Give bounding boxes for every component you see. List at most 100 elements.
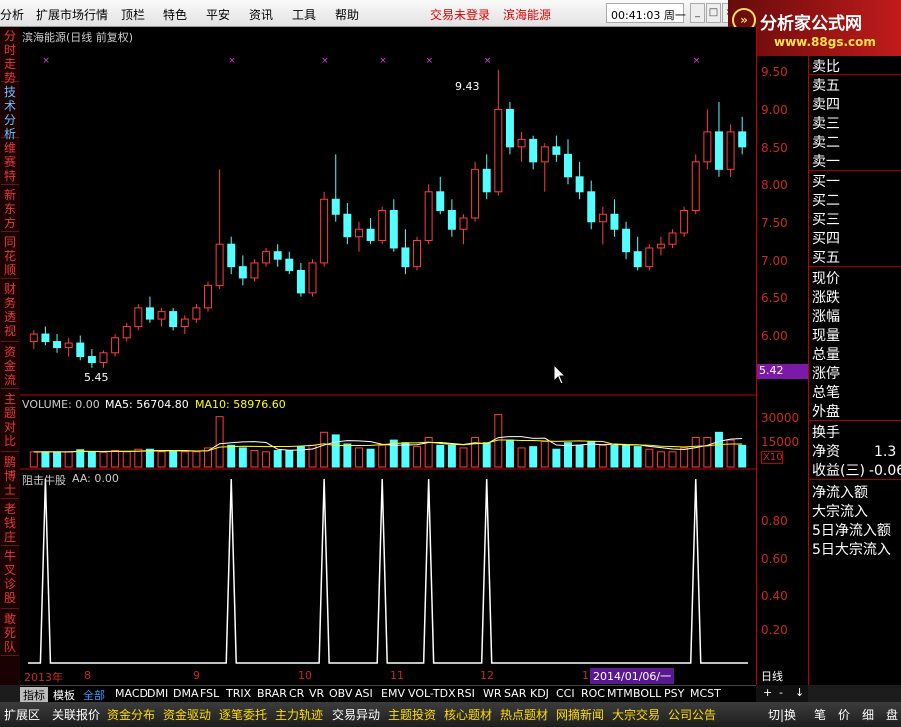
tab-weisaite[interactable]: 维赛特 xyxy=(1,139,19,185)
tab-asi[interactable]: ASI xyxy=(352,687,376,700)
menu-help[interactable]: 帮助 xyxy=(335,6,359,23)
tab-rsi[interactable]: RSI xyxy=(454,687,478,700)
tab-kdj[interactable]: KDJ xyxy=(527,687,552,700)
tab-fund-distribution[interactable]: 资金分布 xyxy=(107,706,155,723)
tab-net-news[interactable]: 网摘新闻 xyxy=(556,706,604,723)
menu-pingan[interactable]: 平安 xyxy=(206,6,230,23)
menu-extended-market[interactable]: 扩展市场行情 xyxy=(36,6,108,23)
indicator-tab-row: 指标 模板 全部 MACD DMI DMA FSL TRIX BRAR CR V… xyxy=(20,685,756,703)
tab-finance[interactable]: 财务透视 xyxy=(1,280,19,342)
zoom-out-button[interactable]: - xyxy=(776,686,786,699)
tab-pengboshi[interactable]: 鹏博士 xyxy=(1,453,19,499)
menu-features[interactable]: 特色 xyxy=(163,6,187,23)
tab-block-trade[interactable]: 大宗交易 xyxy=(612,706,660,723)
tab-all[interactable]: 全部 xyxy=(80,687,108,703)
tab-tonghuashun[interactable]: 同花顺 xyxy=(1,233,19,279)
candle-body xyxy=(645,247,654,268)
tab-obv[interactable]: OBV xyxy=(326,687,355,700)
candle-body xyxy=(656,243,665,249)
price-tick-750: 7.50 xyxy=(761,216,788,230)
volume-bar xyxy=(552,448,561,468)
volume-bar xyxy=(529,446,538,468)
tab-boll[interactable]: BOLL xyxy=(630,687,664,700)
menu-analysis[interactable]: 分析 xyxy=(0,6,24,23)
tab-cr[interactable]: CR xyxy=(286,687,307,700)
volume-bar xyxy=(436,444,445,468)
volume-bar xyxy=(482,442,491,468)
volume-bar xyxy=(262,451,271,468)
x-label-dec: 12 xyxy=(480,669,494,682)
tab-hot-theme[interactable]: 热点题材 xyxy=(500,706,548,723)
maximize-button[interactable]: □ xyxy=(706,3,721,23)
scroll-controls: + - ↓ xyxy=(756,685,808,702)
tab-core-theme[interactable]: 核心题材 xyxy=(444,706,492,723)
left-tab-bar: 分时走势 技术分析 维赛特 新东方 同花顺 财务透视 资金流 主题对比 鹏博士 … xyxy=(0,27,20,685)
tab-trade-anomaly[interactable]: 交易异动 xyxy=(332,706,380,723)
tab-sar[interactable]: SAR xyxy=(501,687,529,700)
menu-top-bar[interactable]: 顶栏 xyxy=(121,6,145,23)
change-pct-label: 涨幅 xyxy=(812,309,840,325)
volume-bar xyxy=(41,451,50,468)
x-axis: 2013年 8 9 10 11 12 1 2014/01/06/一 xyxy=(20,667,756,685)
zoom-in-button[interactable]: + xyxy=(760,686,775,699)
menu-tools[interactable]: 工具 xyxy=(292,6,316,23)
tab-main-force[interactable]: 主力轨迹 xyxy=(275,706,323,723)
tab-vr[interactable]: VR xyxy=(306,687,327,700)
volume-bar xyxy=(273,450,282,468)
indicator-tick-060: 0.60 xyxy=(761,552,788,566)
tab-extended-area[interactable]: 扩展区 xyxy=(4,706,40,723)
menu-news[interactable]: 资讯 xyxy=(249,6,273,23)
mini-tab-trades[interactable]: 笔 xyxy=(814,706,826,723)
chart-area[interactable]: × × × × × × × xyxy=(20,27,756,685)
tab-brar[interactable]: BRAR xyxy=(254,687,290,700)
mini-tab-price[interactable]: 价 xyxy=(838,706,850,723)
last-volume-label: 现量 xyxy=(812,328,840,344)
candle-body xyxy=(111,337,120,354)
volume-bar xyxy=(517,447,526,468)
tab-intraday[interactable]: 分时走势 xyxy=(1,27,19,85)
candle-body xyxy=(517,138,526,148)
period-label[interactable]: 日线 xyxy=(757,668,809,684)
net-asset-value: 1.3 xyxy=(874,444,897,460)
tab-laoqianzhuang[interactable]: 老钱庄 xyxy=(1,500,19,546)
tab-xindongfang[interactable]: 新东方 xyxy=(1,186,19,232)
tab-emv[interactable]: EMV xyxy=(378,687,408,700)
tab-template[interactable]: 模板 xyxy=(50,687,78,703)
tab-capital-flow[interactable]: 资金流 xyxy=(1,343,19,389)
tab-related-quotes[interactable]: 关联报价 xyxy=(52,706,100,723)
tab-tick-orders[interactable]: 逐笔委托 xyxy=(219,706,267,723)
tab-psy[interactable]: PSY xyxy=(661,687,687,700)
tab-cci[interactable]: CCI xyxy=(553,687,578,700)
tab-indicator[interactable]: 指标 xyxy=(20,687,48,703)
tab-fsl[interactable]: FSL xyxy=(197,687,222,700)
volume-bar xyxy=(691,437,700,468)
net-asset-row: 净资 1.3 xyxy=(812,441,896,461)
sell-2-label: 卖二 xyxy=(812,135,840,151)
tab-technical[interactable]: 技术分析 xyxy=(1,83,19,141)
volume-bar xyxy=(238,447,247,468)
switch-button[interactable]: 切|换 xyxy=(768,706,796,723)
tab-dmi[interactable]: DMI xyxy=(144,687,171,700)
volume-bar xyxy=(680,447,689,468)
mini-tab-detail[interactable]: 细 xyxy=(862,706,874,723)
main-chart-title: 滨海能源(日线 前复权) xyxy=(22,31,134,44)
mini-tab-book[interactable]: 盘 xyxy=(886,706,898,723)
tab-dare-to-die[interactable]: 敢死队 xyxy=(1,610,19,656)
tab-trix[interactable]: TRIX xyxy=(223,687,254,700)
tab-vol-tdx[interactable]: VOL-TDX xyxy=(405,687,459,700)
tab-fund-drive[interactable]: 资金驱动 xyxy=(163,706,211,723)
tab-announcements[interactable]: 公司公告 xyxy=(668,706,716,723)
tab-theme-compare[interactable]: 主题对比 xyxy=(1,390,19,452)
clock-display: 00:41:03 周一 xyxy=(606,3,686,23)
scroll-down-button[interactable]: ↓ xyxy=(792,686,807,699)
candle-body xyxy=(308,262,317,294)
candle-body xyxy=(738,131,747,148)
login-status[interactable]: 交易未登录 xyxy=(430,6,490,23)
tab-stock-diagnosis[interactable]: 牛叉诊股 xyxy=(1,547,19,609)
minimize-button[interactable]: _ xyxy=(690,3,705,23)
tab-mcst[interactable]: MCST xyxy=(687,687,724,700)
candle-body xyxy=(331,198,340,215)
current-price-label: 现价 xyxy=(812,271,840,287)
candle-body xyxy=(204,284,212,309)
tab-theme-invest[interactable]: 主题投资 xyxy=(388,706,436,723)
